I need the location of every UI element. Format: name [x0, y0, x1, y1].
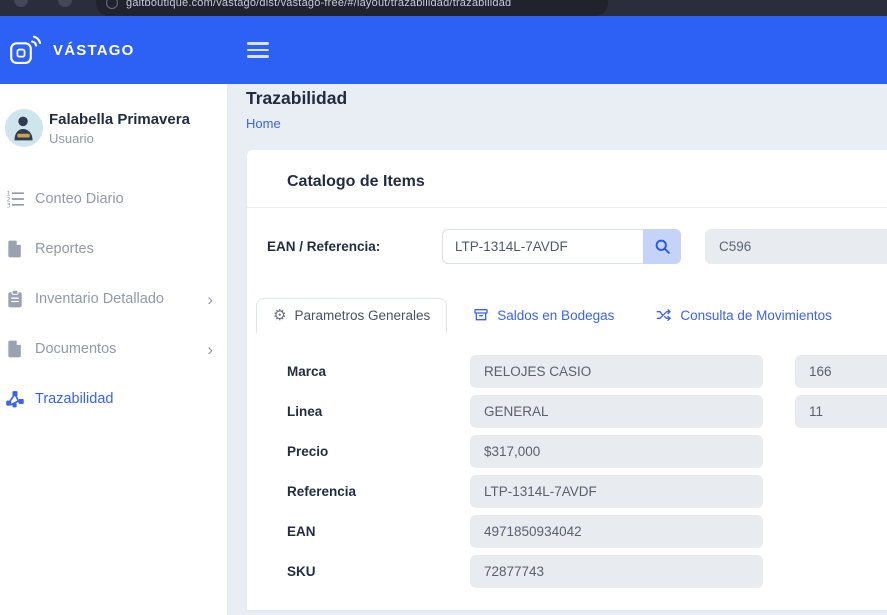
sidebar-item-label: Documentos — [35, 341, 207, 357]
app-header: VÁSTAGO — [0, 16, 887, 84]
browser-back-icon[interactable] — [14, 0, 28, 7]
tab-label: Consulta de Movimientos — [680, 308, 832, 323]
sidebar-item-label: Conteo Diario — [35, 191, 213, 207]
breadcrumb-home-link[interactable]: Home — [246, 116, 281, 131]
chevron-right-icon: › — [207, 341, 213, 358]
file-icon — [5, 339, 25, 359]
field-label: Precio — [287, 444, 470, 459]
ean-referencia-input[interactable] — [442, 229, 643, 264]
field-value: $317,000 — [470, 435, 763, 468]
item-code-field: C596 — [705, 229, 887, 264]
tab-consulta-de-movimientos[interactable]: Consulta de Movimientos — [640, 298, 848, 333]
ean-search-row: EAN / Referencia: C596 — [247, 229, 887, 264]
clipboard-icon — [5, 289, 25, 309]
browser-toolbar: gaitboutique.com/vastago/dist/vastago-fr… — [0, 0, 887, 16]
browser-reload-icon[interactable] — [58, 0, 72, 7]
avatar — [5, 109, 43, 147]
chevron-right-icon: › — [207, 291, 213, 308]
sidebar-menu: 1 2 3 Conteo Diario Reportes — [0, 174, 227, 424]
gear-icon: ⚙ — [273, 308, 286, 323]
field-label: EAN — [287, 524, 470, 539]
tab-saldos-en-bodegas[interactable]: Saldos en Bodegas — [457, 298, 630, 333]
search-button[interactable] — [643, 229, 681, 264]
url-text[interactable]: gaitboutique.com/vastago/dist/vastago-fr… — [126, 0, 511, 9]
tabs: ⚙ Parametros Generales Saldos en Bodegas — [256, 298, 887, 333]
scan-box-icon — [9, 34, 41, 66]
network-nodes-icon — [5, 389, 25, 409]
sidebar-item-inventario-detallado[interactable]: Inventario Detallado › — [0, 274, 227, 324]
catalog-card: Catalogo de Items EAN / Referencia: C596… — [247, 150, 887, 610]
site-info-icon[interactable] — [106, 0, 118, 9]
field-label: Linea — [287, 404, 470, 419]
field-label: Marca — [287, 364, 470, 379]
address-bar[interactable]: gaitboutique.com/vastago/dist/vastago-fr… — [96, 0, 608, 16]
brand[interactable]: VÁSTAGO — [0, 34, 228, 66]
field-extra-value: 11 — [795, 395, 887, 428]
svg-text:3: 3 — [7, 202, 11, 209]
user-role: Usuario — [49, 131, 190, 146]
field-row-linea: Linea GENERAL 11 — [247, 395, 887, 428]
brand-name: VÁSTAGO — [53, 42, 134, 59]
main-content: Trazabilidad Home Catalogo de Items EAN … — [228, 84, 887, 615]
card-title: Catalogo de Items — [247, 150, 887, 208]
user-block[interactable]: Falabella Primavera Usuario — [0, 84, 227, 147]
field-row-ean: EAN 4971850934042 — [247, 515, 887, 548]
field-label: SKU — [287, 564, 470, 579]
shuffle-icon — [656, 307, 672, 323]
item-detail-form: Marca RELOJES CASIO 166 Linea GENERAL 11… — [247, 355, 887, 588]
tab-label: Saldos en Bodegas — [497, 308, 614, 323]
field-row-referencia: Referencia LTP-1314L-7AVDF — [247, 475, 887, 508]
user-name: Falabella Primavera — [49, 111, 190, 128]
sidebar-item-label: Inventario Detallado — [35, 291, 207, 307]
search-icon — [654, 238, 671, 255]
file-icon — [5, 239, 25, 259]
archive-icon — [473, 307, 489, 323]
ordered-list-icon: 1 2 3 — [5, 189, 25, 209]
app-screen: gaitboutique.com/vastago/dist/vastago-fr… — [0, 0, 887, 615]
field-value: 72877743 — [470, 555, 763, 588]
sidebar-item-trazabilidad[interactable]: Trazabilidad — [0, 374, 227, 424]
field-extra-value: 166 — [795, 355, 887, 388]
sidebar: Falabella Primavera Usuario 1 2 3 Conteo… — [0, 84, 228, 615]
ean-referencia-label: EAN / Referencia: — [267, 239, 442, 254]
sidebar-item-reportes[interactable]: Reportes — [0, 224, 227, 274]
field-row-precio: Precio $317,000 — [247, 435, 887, 468]
sidebar-item-documentos[interactable]: Documentos › — [0, 324, 227, 374]
field-value: LTP-1314L-7AVDF — [470, 475, 763, 508]
sidebar-item-label: Reportes — [35, 241, 213, 257]
field-row-sku: SKU 72877743 — [247, 555, 887, 588]
tab-parametros-generales[interactable]: ⚙ Parametros Generales — [256, 298, 447, 333]
field-row-marca: Marca RELOJES CASIO 166 — [247, 355, 887, 388]
tab-label: Parametros Generales — [294, 308, 430, 323]
hamburger-icon[interactable] — [247, 42, 269, 58]
sidebar-item-label: Trazabilidad — [35, 391, 213, 407]
field-value: GENERAL — [470, 395, 763, 428]
page-title: Trazabilidad — [246, 88, 887, 109]
field-value: 4971850934042 — [470, 515, 763, 548]
field-label: Referencia — [287, 484, 470, 499]
field-value: RELOJES CASIO — [470, 355, 763, 388]
sidebar-item-conteo-diario[interactable]: 1 2 3 Conteo Diario — [0, 174, 227, 224]
